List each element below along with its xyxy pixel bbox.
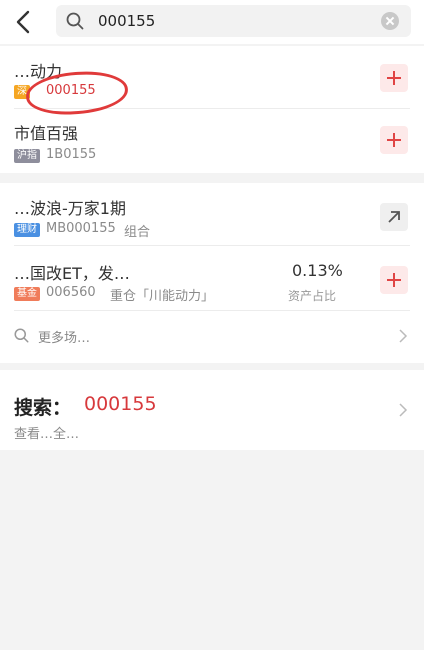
top-bar: 000155	[0, 0, 424, 44]
back-arrow-icon[interactable]	[10, 8, 38, 36]
fund-results: …波浪-万家1期 理财 MB000155 组合 …国改ET，发… 基金 0065…	[0, 183, 424, 363]
more-results-text: 更多场…	[38, 331, 91, 346]
add-watchlist-button[interactable]	[380, 64, 408, 92]
portfolio-code: MB000155	[46, 221, 116, 236]
search-bar[interactable]: 000155	[56, 5, 411, 37]
asset-percent-label: 资产占比	[288, 289, 337, 303]
search-icon	[14, 328, 29, 343]
fund-name: …国改ET，发…	[14, 264, 130, 283]
fund-code: 006560	[46, 285, 96, 300]
asset-percent: 0.13%	[292, 261, 343, 280]
more-results-link[interactable]: 更多场…	[0, 311, 424, 361]
add-watchlist-button[interactable]	[380, 266, 408, 294]
search-all-label: 搜索：	[14, 397, 72, 419]
search-input[interactable]: 000155	[98, 11, 155, 31]
portfolio-name: …波浪-万家1期	[14, 199, 126, 218]
open-arrow-icon[interactable]	[380, 203, 408, 231]
product-tag: 基金	[14, 287, 40, 301]
search-all-subtitle: 查看…全…	[14, 427, 80, 442]
chevron-right-icon	[399, 329, 408, 343]
product-tag: 理财	[14, 223, 40, 237]
chevron-right-icon	[399, 403, 408, 417]
search-all-keyword: 000155	[84, 393, 157, 415]
list-item[interactable]: …国改ET，发… 基金 006560 重仓「川能动力」 0.13% 资产占比	[0, 246, 424, 310]
list-item[interactable]: 市值百强 沪指 1B0155	[0, 109, 424, 171]
add-watchlist-button[interactable]	[380, 126, 408, 154]
search-icon	[66, 12, 84, 30]
index-name: 市值百强	[14, 124, 79, 143]
list-item[interactable]: …波浪-万家1期 理财 MB000155 组合	[0, 183, 424, 245]
clear-icon[interactable]	[381, 12, 399, 30]
portfolio-type: 组合	[124, 225, 151, 240]
index-code: 1B0155	[46, 147, 97, 162]
holding-note: 重仓「川能动力」	[110, 289, 215, 304]
market-tag: 沪指	[14, 149, 40, 163]
